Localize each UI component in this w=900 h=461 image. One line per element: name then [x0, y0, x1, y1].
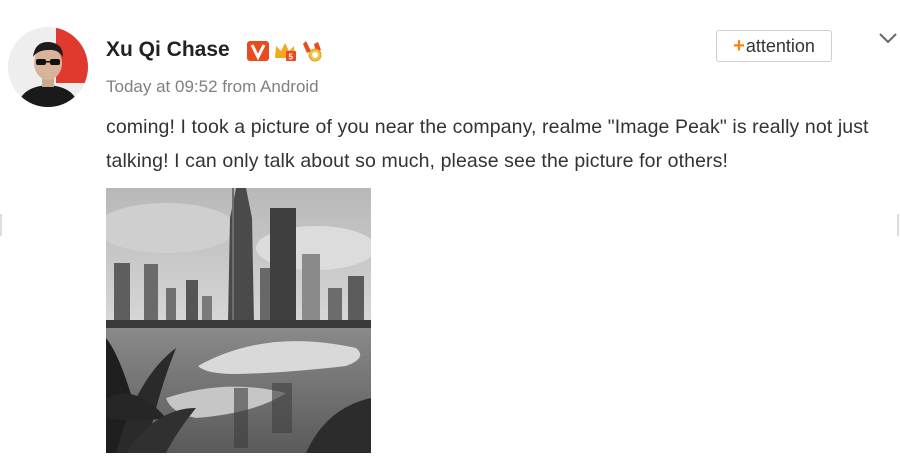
plus-icon: + [733, 34, 745, 57]
left-edge-divider [0, 210, 3, 240]
post-body-text: coming! I took a picture of you near the… [106, 116, 869, 172]
right-edge-divider [896, 210, 899, 240]
post-image[interactable] [106, 188, 371, 453]
author-name[interactable]: Xu Qi Chase [106, 38, 230, 62]
chevron-down-icon[interactable] [877, 28, 899, 48]
medal-icon[interactable] [300, 39, 324, 63]
avatar[interactable] [8, 27, 88, 107]
follow-button[interactable]: + attention [716, 30, 832, 62]
verified-v-icon[interactable] [246, 39, 270, 63]
post-timestamp-source[interactable]: Today at 09:52 from Android [106, 77, 319, 97]
badge-group: 5 [246, 39, 324, 63]
vip-crown-icon[interactable]: 5 [273, 39, 297, 63]
svg-text:5: 5 [289, 53, 294, 62]
follow-label: attention [745, 35, 815, 56]
